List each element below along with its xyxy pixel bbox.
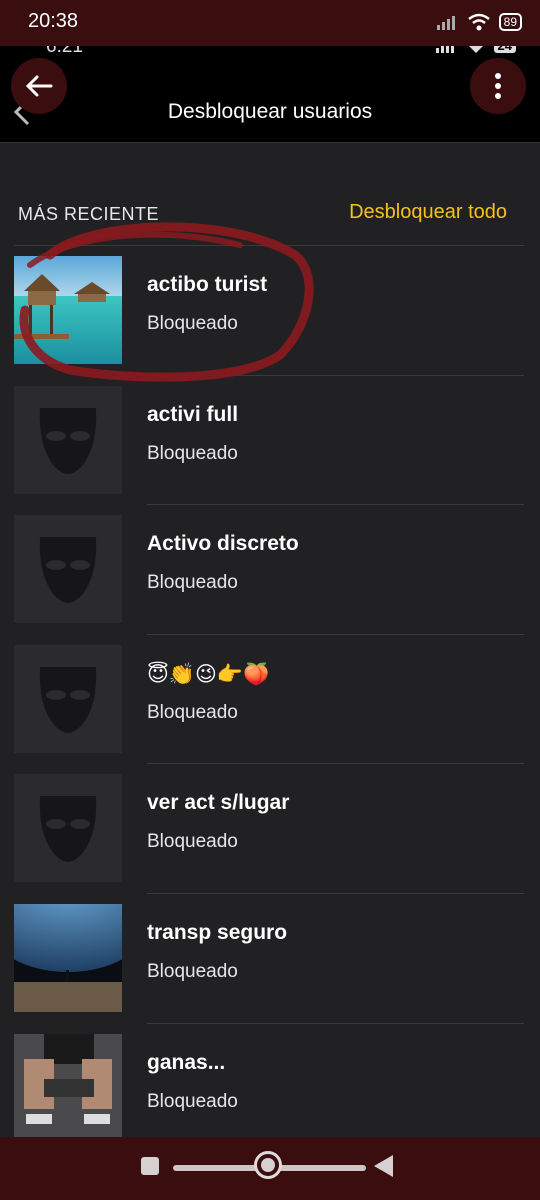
user-name: transp seguro bbox=[147, 920, 288, 944]
back-nav-button[interactable] bbox=[374, 1155, 393, 1177]
list-item[interactable]: ver act s/lugar Bloqueado bbox=[0, 764, 540, 894]
navigation-bar bbox=[0, 1137, 540, 1200]
avatar bbox=[14, 385, 122, 494]
section-label: MÁS RECIENTE bbox=[18, 204, 160, 224]
status-bar: 20:38 89 bbox=[0, 0, 540, 46]
user-status: Bloqueado bbox=[147, 313, 238, 334]
section-header: MÁS RECIENTE Desbloquear todo bbox=[0, 190, 540, 235]
gym-photo-icon bbox=[14, 1033, 122, 1142]
avatar bbox=[14, 256, 122, 364]
avatar bbox=[14, 1033, 122, 1142]
back-button[interactable] bbox=[11, 58, 67, 114]
user-status: Bloqueado bbox=[147, 442, 238, 464]
list-item[interactable]: 😇👏😉👉🍑 Bloqueado bbox=[0, 635, 540, 765]
more-vertical-icon bbox=[495, 73, 501, 99]
mask-placeholder-icon bbox=[39, 666, 97, 733]
user-status: Bloqueado bbox=[147, 960, 238, 982]
beach-photo-icon bbox=[14, 256, 122, 364]
avatar bbox=[14, 903, 122, 1012]
status-time: 20:38 bbox=[28, 10, 79, 32]
mask-placeholder-icon bbox=[39, 407, 97, 474]
mask-placeholder-icon bbox=[39, 537, 97, 604]
page-title: Desbloquear usuarios bbox=[167, 100, 373, 123]
user-name: activi full bbox=[147, 402, 239, 426]
user-status: Bloqueado bbox=[147, 1090, 238, 1112]
user-name: Activo discreto bbox=[147, 532, 299, 556]
user-name: ver act s/lugar bbox=[147, 791, 290, 815]
earth-photo-icon bbox=[14, 903, 122, 1012]
signal-icon bbox=[436, 16, 455, 30]
list-item[interactable]: Activo discreto Bloqueado bbox=[0, 505, 540, 635]
unblock-all-button[interactable]: Desbloquear todo bbox=[349, 201, 507, 224]
recents-button[interactable] bbox=[141, 1157, 159, 1175]
user-name: actibo turist bbox=[147, 273, 268, 296]
list-item[interactable]: transp seguro Bloqueado bbox=[0, 894, 540, 1024]
more-options-button[interactable] bbox=[470, 58, 526, 114]
user-status: Bloqueado bbox=[147, 572, 238, 594]
avatar bbox=[14, 774, 122, 883]
blocked-users-list: actibo turist Bloqueado activi full Bloq… bbox=[0, 246, 540, 1153]
user-status: Bloqueado bbox=[147, 831, 238, 853]
user-name: 😇👏😉👉🍑 bbox=[147, 662, 270, 686]
app-header: Desbloquear usuarios bbox=[0, 60, 540, 143]
mask-placeholder-icon bbox=[39, 796, 97, 863]
list-item[interactable]: actibo turist Bloqueado bbox=[0, 246, 540, 376]
list-item[interactable]: activi full Bloqueado bbox=[0, 376, 540, 506]
arrow-left-icon bbox=[25, 75, 53, 97]
avatar bbox=[14, 515, 122, 624]
home-button[interactable] bbox=[254, 1151, 282, 1179]
avatar bbox=[14, 644, 122, 753]
user-name: ganas... bbox=[147, 1050, 226, 1074]
user-status: Bloqueado bbox=[147, 701, 238, 723]
battery-icon: 89 bbox=[498, 13, 522, 31]
list-item[interactable]: ganas... Bloqueado bbox=[0, 1024, 540, 1154]
wifi-icon bbox=[467, 13, 490, 31]
